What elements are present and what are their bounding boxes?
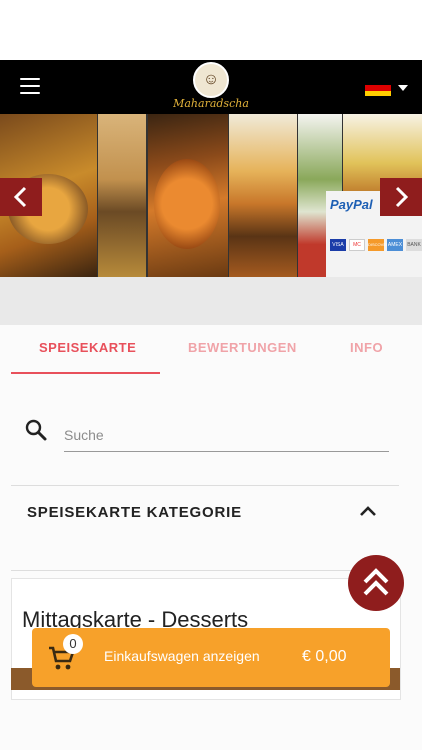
food-banner-carousel[interactable]: PayPal VISA MC DISCOVER AMEX BANK <box>0 114 422 277</box>
view-cart-button[interactable]: 0 Einkaufswagen anzeigen € 0,00 <box>32 628 390 687</box>
chevron-left-icon <box>13 186 27 208</box>
tab-speisekarte[interactable]: SPEISEKARTE <box>39 340 136 360</box>
tab-info[interactable]: INFO <box>350 340 383 360</box>
logo-text: Maharadscha <box>173 97 249 110</box>
tab-bewertungen[interactable]: BEWERTUNGEN <box>188 340 297 360</box>
cart-label: Einkaufswagen anzeigen <box>104 648 260 664</box>
caret-down-icon <box>398 85 408 91</box>
discover-card-icon: DISCOVER <box>368 239 389 251</box>
bank-card-icon: BANK <box>406 239 422 251</box>
category-title: SPEISEKARTE KATEGORIE <box>27 504 242 521</box>
search-icon[interactable] <box>24 418 48 442</box>
paypal-label: PayPal <box>330 197 373 212</box>
scroll-to-top-button[interactable] <box>348 555 404 611</box>
language-selector[interactable] <box>365 80 410 96</box>
section-separator <box>0 277 422 325</box>
active-tab-indicator <box>11 372 160 374</box>
restaurant-logo[interactable]: ☺ Maharadscha <box>168 60 254 114</box>
banner-image-fried <box>229 114 297 277</box>
chevron-up-icon[interactable] <box>359 504 377 518</box>
cart-total: € 0,00 <box>302 648 347 665</box>
hamburger-icon[interactable] <box>20 78 40 94</box>
category-section[interactable] <box>11 485 399 571</box>
logo-emblem-icon: ☺ <box>193 62 229 98</box>
mastercard-icon: MC <box>349 239 365 251</box>
amex-card-icon: AMEX <box>387 239 403 251</box>
chevron-right-icon <box>395 186 409 208</box>
carousel-prev-button[interactable] <box>0 178 42 216</box>
visa-card-icon: VISA <box>330 239 346 251</box>
cart-count-badge: 0 <box>63 634 83 654</box>
carousel-next-button[interactable] <box>380 178 422 216</box>
banner-image-bowl <box>148 114 228 277</box>
double-chevron-up-icon <box>363 568 389 596</box>
banner-image-bread <box>98 114 146 277</box>
germany-flag-icon <box>365 80 391 96</box>
search-input[interactable] <box>64 418 389 452</box>
